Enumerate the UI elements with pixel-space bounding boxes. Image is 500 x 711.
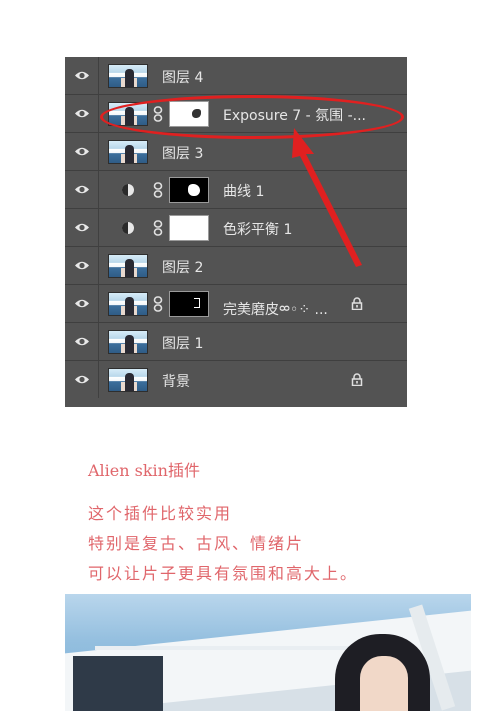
visibility-toggle[interactable] xyxy=(65,133,99,170)
eye-icon xyxy=(75,147,89,156)
layer-thumbnail[interactable] xyxy=(108,64,148,88)
visibility-toggle[interactable] xyxy=(65,171,99,208)
layer-thumbnail[interactable] xyxy=(108,292,148,316)
visibility-toggle[interactable] xyxy=(65,95,99,132)
layer-row[interactable]: 图层 1 xyxy=(65,323,407,361)
eye-icon xyxy=(75,337,89,346)
layer-name[interactable]: 图层 2 xyxy=(162,257,203,277)
caption-line: 可以让片子更具有氛围和高大上。 xyxy=(88,564,359,583)
layer-thumbnail[interactable] xyxy=(108,368,148,392)
visibility-toggle[interactable] xyxy=(65,57,99,94)
visibility-toggle[interactable] xyxy=(65,247,99,284)
eye-icon xyxy=(75,299,89,308)
eye-icon xyxy=(75,261,89,270)
visibility-toggle[interactable] xyxy=(65,285,99,322)
link-chain-icon xyxy=(153,296,163,312)
caption-title: Alien skin插件 xyxy=(88,461,200,480)
layer-name[interactable]: 完美磨皮ᢁ◦⁘ ... xyxy=(223,295,328,319)
layer-name[interactable]: 图层 1 xyxy=(162,333,203,353)
caption-line: 特别是复古、古风、情绪片 xyxy=(88,534,305,553)
annotation-arrow xyxy=(292,128,362,267)
lock-icon[interactable] xyxy=(351,373,363,386)
visibility-toggle[interactable] xyxy=(65,209,99,246)
eye-icon xyxy=(75,109,89,118)
sample-photo xyxy=(65,594,471,711)
layer-mask-thumbnail[interactable] xyxy=(169,215,209,241)
adjustment-layer-icon[interactable] xyxy=(121,221,135,235)
layer-row[interactable]: 图层 4 xyxy=(65,57,407,95)
layer-thumbnail[interactable] xyxy=(108,254,148,278)
link-chain-icon xyxy=(153,182,163,198)
eye-icon xyxy=(75,71,89,80)
eye-icon xyxy=(75,375,89,384)
eye-icon xyxy=(75,185,89,194)
layer-mask-thumbnail[interactable] xyxy=(169,177,209,203)
visibility-toggle[interactable] xyxy=(65,361,99,398)
layer-thumbnail[interactable] xyxy=(108,330,148,354)
caption-line: 这个插件比较实用 xyxy=(88,504,233,523)
layer-row[interactable]: 背景 xyxy=(65,361,407,399)
lock-icon[interactable] xyxy=(351,297,363,310)
eye-icon xyxy=(75,223,89,232)
link-chain-icon xyxy=(153,220,163,236)
layer-name[interactable]: 图层 3 xyxy=(162,143,203,163)
adjustment-layer-icon[interactable] xyxy=(121,183,135,197)
layer-name[interactable]: 图层 4 xyxy=(162,67,203,87)
layer-mask-thumbnail[interactable] xyxy=(169,291,209,317)
layer-row[interactable]: 完美磨皮ᢁ◦⁘ ... xyxy=(65,285,407,323)
layer-name[interactable]: 背景 xyxy=(162,371,190,391)
layer-name[interactable]: 曲线 1 xyxy=(223,181,264,201)
visibility-toggle[interactable] xyxy=(65,323,99,360)
layer-thumbnail[interactable] xyxy=(108,140,148,164)
